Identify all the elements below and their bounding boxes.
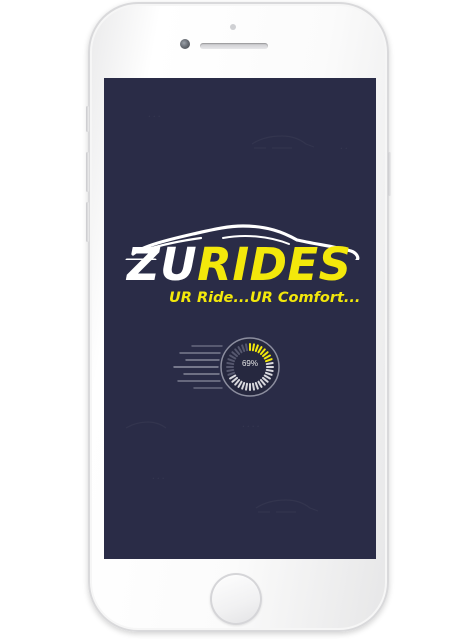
front-camera (180, 39, 190, 49)
background-watermark: · · · (148, 112, 161, 121)
faint-car-outline (251, 135, 315, 148)
faint-car-outline (125, 421, 167, 429)
progress-tick-empty (245, 343, 249, 352)
proximity-sensor (230, 24, 236, 30)
mute-switch (86, 106, 89, 132)
logo-rides-text: RIDES (197, 238, 352, 291)
background-watermark: · · · (152, 474, 165, 483)
progress-tick-filled (251, 343, 255, 352)
logo-wordmark: ZURIDES (127, 240, 363, 290)
zurides-logo: ZURIDES UR Ride...UR Comfort... (125, 220, 365, 316)
logo-zu-text: ZU (127, 238, 198, 291)
volume-up-button (86, 152, 89, 192)
volume-down-button (86, 202, 89, 242)
progress-tick-filled (265, 368, 274, 372)
earpiece-speaker (200, 43, 268, 49)
progress-percentage-label: 69% (241, 359, 258, 368)
progress-tick-empty (226, 368, 235, 372)
background-watermark: · · · · (242, 422, 260, 431)
background-watermark: · · (340, 144, 348, 153)
faint-car-outline (255, 499, 319, 512)
device-mockup: · · · · · · · · · · · · ZURIDES UR Ride.… (0, 0, 476, 639)
home-button[interactable] (210, 573, 262, 625)
background-car-pattern (125, 135, 319, 513)
progress-tick-filled (251, 382, 255, 391)
power-button (388, 152, 391, 196)
app-tagline: UR Ride...UR Comfort... (169, 290, 361, 306)
splash-screen: · · · · · · · · · · · · ZURIDES UR Ride.… (104, 78, 376, 559)
progress-tick-filled (245, 382, 249, 391)
loading-progress-indicator: 69% (219, 336, 281, 398)
